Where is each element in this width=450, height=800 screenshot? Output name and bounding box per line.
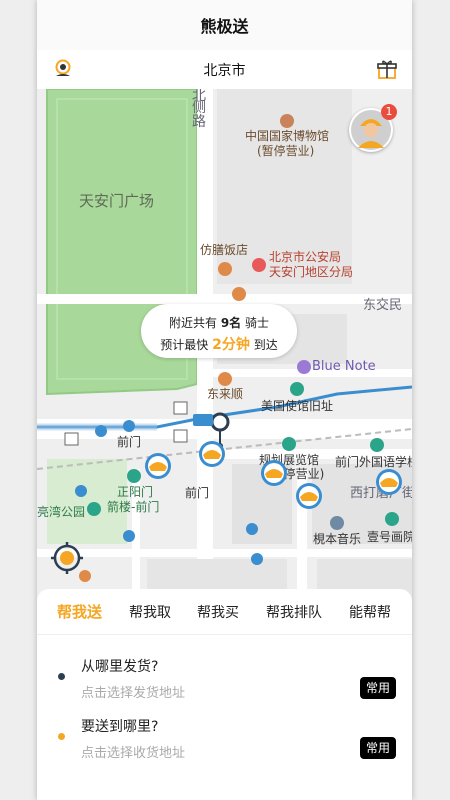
map-label-police: 北京市公安局	[269, 250, 342, 264]
tabs-divider	[37, 634, 412, 635]
pickup-common-button[interactable]: 常用	[359, 677, 396, 699]
map-label-tiananmen: 天安门广场	[79, 192, 155, 210]
tab-queue[interactable]: 帮我排队	[266, 602, 322, 622]
map-label-embassy: 美国使馆旧址	[261, 399, 334, 413]
city-bar: 北京市	[37, 50, 412, 89]
eta-value: 2分钟	[212, 337, 250, 353]
pickup-question: 从哪里发货?	[81, 659, 159, 675]
city-name[interactable]: 北京市	[204, 60, 246, 80]
rider-avatar[interactable]: 1	[349, 104, 397, 152]
rider-count: 9名	[220, 316, 242, 330]
map-label-zhengyangmen-2: 箭楼-前门	[107, 500, 160, 514]
map-label-bluenote: Blue Note	[312, 359, 376, 374]
dropoff-hint[interactable]: 点击选择收货地址	[81, 742, 185, 761]
gift-icon[interactable]	[376, 58, 398, 80]
dropoff-common-button[interactable]: 常用	[359, 737, 396, 759]
rider-marker-icon	[296, 483, 322, 509]
map-label-zhengyangmen: 正阳门	[117, 485, 154, 499]
address-card: 从哪里发货? 点击选择发货地址 常用 要送到哪里? 点击选择收货地址 常用	[43, 639, 406, 785]
location-pin-icon[interactable]	[53, 59, 73, 79]
rider-count-prefix: 附近共有	[168, 316, 217, 330]
map-label-theater: 壹号画院	[367, 530, 412, 544]
map-label-road-2: 侧	[192, 100, 206, 116]
tab-help[interactable]: 能帮帮	[349, 602, 391, 622]
tab-pickup[interactable]: 帮我取	[129, 602, 171, 622]
map-label-qianmen-2: 前门	[185, 486, 210, 500]
dropoff-dot	[58, 733, 65, 740]
order-sheet: 帮我送 帮我取 帮我买 帮我排队 能帮帮 从哪里发货? 点击选择发货地址 常用 …	[37, 589, 412, 800]
map-label-road-3: 路	[192, 114, 206, 130]
tab-send[interactable]: 帮我送	[57, 601, 102, 622]
rider-count-suffix: 骑士	[245, 316, 270, 330]
phone-frame: 熊极送 北京市 天安门广场 北 侧 路 中国国家博物馆 (暂停营业) 仿膳饭店 …	[37, 0, 412, 800]
map-label-donglaishun: 东来顺	[207, 387, 244, 401]
locate-me-icon[interactable]	[50, 541, 84, 575]
map-label-police-2: 天安门地区分局	[269, 265, 354, 279]
map-label-dongjiao: 东交民	[363, 298, 403, 313]
eta-suffix: 到达	[253, 338, 278, 352]
rider-marker-icon	[261, 460, 287, 486]
pickup-row[interactable]: 从哪里发货? 点击选择发货地址 常用	[43, 639, 406, 701]
pickup-dot	[58, 673, 65, 680]
eta-prefix: 预计最快	[160, 338, 209, 352]
map-label-yiyuan: 亮湾公园	[37, 505, 86, 519]
map-label-museum-status: (暂停营业)	[257, 144, 315, 158]
dropoff-question: 要送到哪里?	[81, 719, 159, 735]
rider-marker-icon	[145, 453, 171, 479]
dropoff-row[interactable]: 要送到哪里? 点击选择收货地址 常用	[43, 699, 406, 761]
avatar-badge: 1	[381, 104, 397, 120]
map-label-museum: 中国国家博物馆	[245, 129, 330, 143]
tab-buy[interactable]: 帮我买	[197, 602, 239, 622]
map-label-qianmen: 前门	[117, 435, 142, 449]
eta-bubble: 附近共有 9名 骑士 预计最快 2分钟 到达	[141, 304, 297, 358]
rider-marker-icon	[199, 441, 225, 467]
service-tabs: 帮我送 帮我取 帮我买 帮我排队 能帮帮	[37, 589, 412, 633]
map-label-fangshan: 仿膳饭店	[200, 243, 249, 257]
rider-marker-icon	[376, 469, 402, 495]
app-title: 熊极送	[37, 0, 412, 51]
map-label-music: 梘本音乐	[313, 532, 362, 546]
